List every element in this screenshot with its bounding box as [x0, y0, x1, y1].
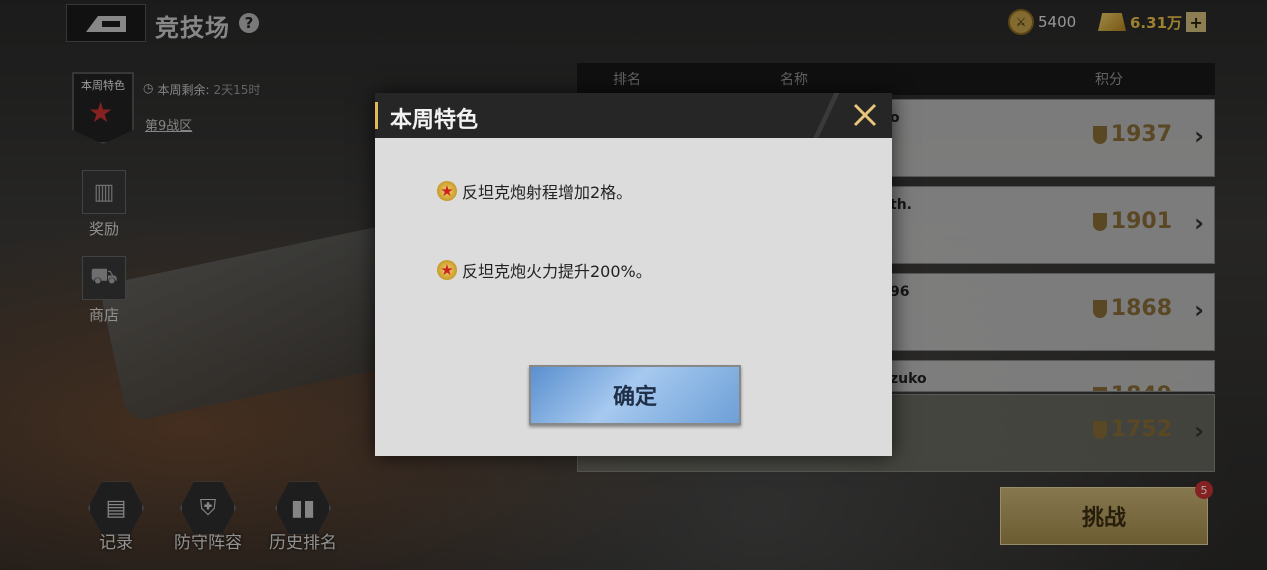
star-medal-icon: ★ — [437, 181, 457, 201]
dialog-title: 本周特色 — [390, 108, 479, 133]
close-icon — [853, 103, 877, 127]
feature-text: 反坦克炮火力提升200%。 — [462, 262, 652, 281]
header-decoration — [802, 93, 852, 138]
header-accent-bar — [375, 102, 378, 129]
feature-text: 反坦克炮射程增加2格。 — [462, 183, 633, 202]
dialog-header: 本周特色 — [375, 93, 892, 138]
feature-item: ★ 反坦克炮火力提升200%。 — [437, 258, 652, 282]
confirm-button[interactable]: 确定 — [529, 365, 741, 425]
feature-item: ★ 反坦克炮射程增加2格。 — [437, 179, 632, 203]
close-button[interactable] — [847, 97, 883, 133]
star-medal-icon: ★ — [437, 260, 457, 280]
weekly-feature-dialog: 本周特色 ★ 反坦克炮射程增加2格。 ★ 反坦克炮火力提升200%。 确定 — [375, 93, 892, 456]
